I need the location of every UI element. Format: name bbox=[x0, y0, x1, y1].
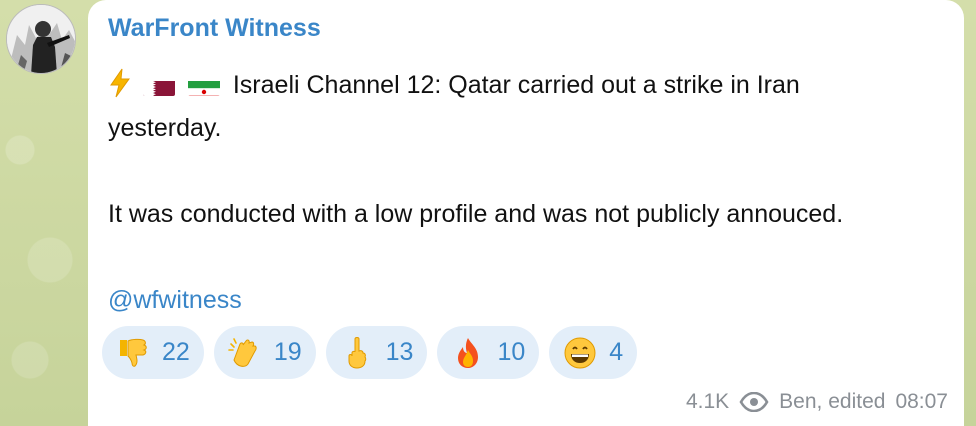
reaction-middle-finger[interactable]: 13 bbox=[325, 326, 428, 379]
message-time: 08:07 bbox=[895, 390, 948, 413]
author-edited-label: Ben, edited bbox=[779, 390, 886, 413]
reaction-count: 22 bbox=[162, 338, 190, 366]
message-line-1-text: Israeli Channel 12: Qatar carried out a … bbox=[232, 71, 800, 99]
mention-link[interactable]: @wfwitness bbox=[108, 279, 948, 322]
qatar-flag-icon bbox=[142, 74, 175, 96]
message-line-2: yesterday. bbox=[108, 114, 222, 142]
reaction-count: 19 bbox=[273, 338, 302, 366]
view-count: 4.1K bbox=[685, 390, 730, 413]
message-line-1: Israeli Channel 12: Qatar carried out a … bbox=[108, 64, 948, 107]
eye-icon bbox=[739, 392, 769, 412]
reaction-count: 10 bbox=[497, 338, 526, 366]
soldier-avatar-image bbox=[7, 5, 75, 73]
thumbs-down-icon bbox=[120, 338, 147, 367]
reaction-count: 13 bbox=[385, 338, 414, 366]
fire-icon bbox=[458, 337, 479, 368]
message-bubble: WarFront Witness Israeli Channel 12: Qat… bbox=[88, 0, 964, 426]
reaction-fire[interactable]: 10 bbox=[437, 326, 540, 379]
message-text: Israeli Channel 12: Qatar carried out a … bbox=[108, 64, 948, 322]
message-line-3: It was conducted with a low profile and … bbox=[108, 200, 844, 228]
reaction-grinning-face[interactable]: 4 bbox=[549, 326, 638, 379]
reactions-bar: 22 19 13 10 4 bbox=[102, 326, 638, 379]
reaction-thumbs-down[interactable]: 22 bbox=[102, 326, 204, 379]
middle-finger-icon bbox=[348, 336, 366, 369]
reaction-clapping-hands[interactable]: 19 bbox=[213, 326, 316, 379]
channel-name[interactable]: WarFront Witness bbox=[108, 14, 321, 43]
lightning-icon bbox=[110, 68, 130, 98]
message-footer: 4.1K Ben, edited 08:07 bbox=[686, 390, 948, 414]
iran-flag-icon bbox=[187, 74, 220, 96]
clapping-hands-icon bbox=[228, 337, 257, 367]
grinning-face-icon bbox=[564, 337, 596, 368]
channel-avatar[interactable] bbox=[6, 4, 76, 74]
reaction-count: 4 bbox=[609, 338, 624, 366]
